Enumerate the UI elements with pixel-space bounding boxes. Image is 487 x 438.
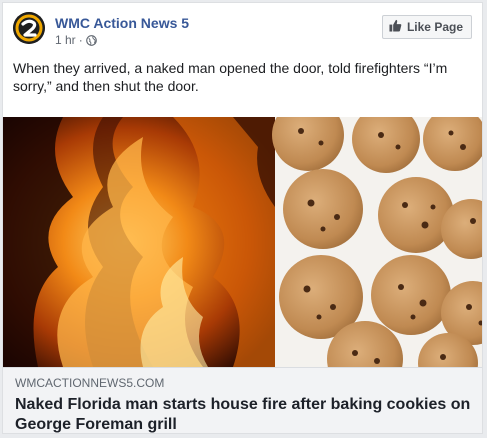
- page-name-link[interactable]: WMC Action News 5: [55, 15, 189, 31]
- globe-icon: [85, 34, 97, 46]
- like-page-label: Like Page: [406, 20, 463, 34]
- post-meta: 1 hr ·: [55, 33, 97, 47]
- link-headline[interactable]: Naked Florida man starts house fire afte…: [15, 395, 472, 433]
- fire-image: [3, 117, 275, 367]
- thumbs-up-icon: [389, 19, 402, 35]
- post-card: WMC Action News 5 1 hr · Like Page When …: [2, 2, 483, 434]
- post-timestamp[interactable]: 1 hr: [55, 33, 76, 47]
- meta-separator: ·: [78, 33, 83, 47]
- link-domain: WMCACTIONNEWS5.COM: [15, 376, 165, 390]
- link-preview-image[interactable]: [3, 117, 482, 367]
- post-text: When they arrived, a naked man opened th…: [13, 60, 448, 94]
- like-page-button[interactable]: Like Page: [381, 15, 472, 39]
- page-avatar[interactable]: [13, 12, 45, 44]
- cookies-image: [272, 117, 482, 367]
- link-preview-info[interactable]: WMCACTIONNEWS5.COM Naked Florida man sta…: [3, 367, 482, 433]
- post-header: WMC Action News 5 1 hr · Like Page: [13, 11, 472, 49]
